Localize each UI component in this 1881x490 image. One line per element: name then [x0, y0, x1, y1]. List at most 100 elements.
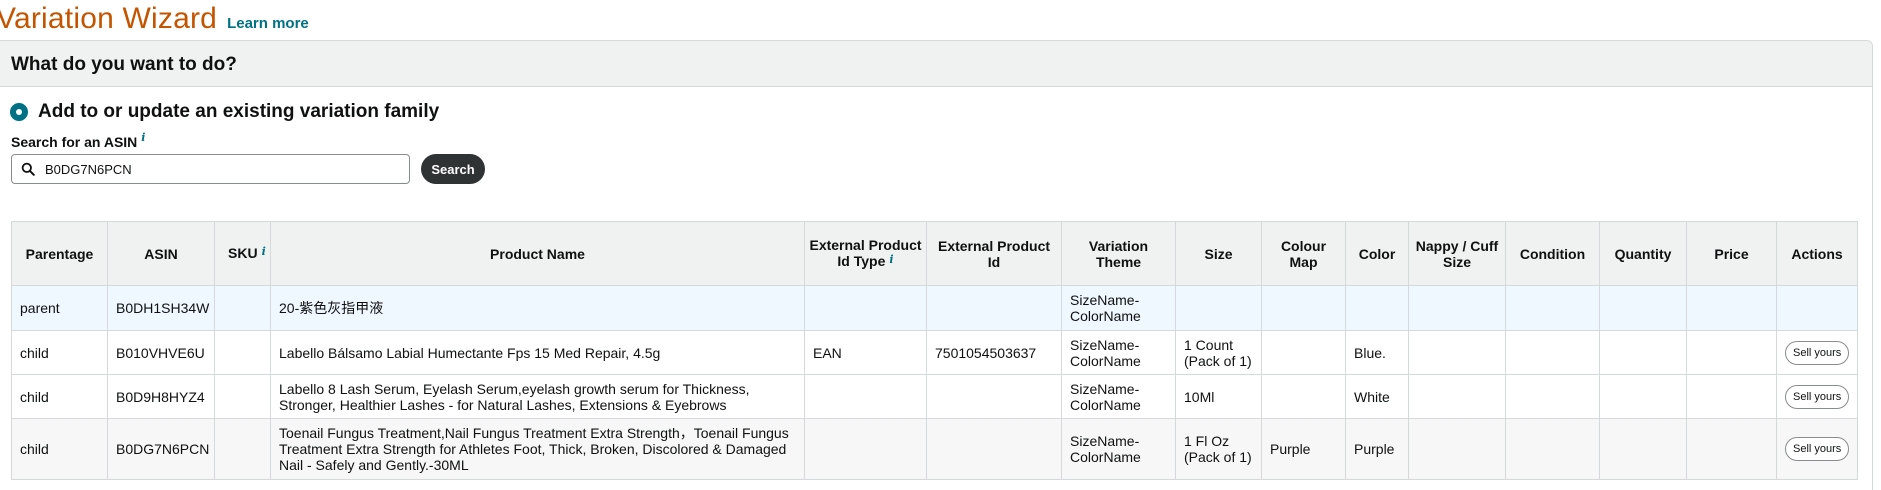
page-title: Variation Wizard [0, 2, 218, 35]
cell-product-name: 20-紫色灰指甲液 [270, 285, 805, 331]
section-question: What do you want to do? [11, 54, 237, 75]
cell-sku [214, 418, 271, 480]
col-price: Price [1686, 221, 1777, 286]
sell-yours-button[interactable]: Sell yours [1785, 340, 1850, 365]
cell-variation-theme: SizeName-ColorName [1061, 418, 1176, 480]
table-row: child B0D9H8HYZ4 Labello 8 Lash Serum, E… [11, 374, 1858, 419]
cell-parentage: parent [11, 285, 108, 331]
cell-quantity [1599, 374, 1687, 419]
cell-nappy [1408, 285, 1506, 331]
cell-quantity [1599, 418, 1687, 480]
cell-parentage: child [11, 418, 108, 480]
col-ext-id: External Product Id [926, 221, 1062, 286]
search-label: Search for an ASIN [11, 134, 138, 150]
cell-size: 1 Fl Oz (Pack of 1) [1175, 418, 1262, 480]
cell-variation-theme: SizeName-ColorName [1061, 285, 1176, 331]
cell-size: 10Ml [1175, 374, 1262, 419]
col-product-name: Product Name [270, 221, 805, 286]
cell-condition [1505, 285, 1600, 331]
page-header: Variation Wizard Learn more [0, 0, 309, 38]
cell-variation-theme: SizeName-ColorName [1061, 330, 1176, 375]
cell-color [1345, 285, 1409, 331]
cell-size: 1 Count (Pack of 1) [1175, 330, 1262, 375]
cell-actions: Sell yours [1776, 330, 1858, 375]
option-label: Add to or update an existing variation f… [38, 101, 440, 122]
cell-asin: B0DH1SH34W [107, 285, 215, 331]
sell-yours-button[interactable]: Sell yours [1785, 437, 1850, 461]
col-actions: Actions [1776, 221, 1858, 286]
magnifier-icon [21, 162, 35, 176]
col-variation-theme: Variation Theme [1061, 221, 1176, 286]
cell-sku [214, 374, 271, 419]
cell-nappy [1408, 330, 1506, 375]
search-field[interactable] [11, 154, 410, 184]
col-colour-map: Colour Map [1261, 221, 1346, 286]
info-icon[interactable]: i [141, 131, 145, 144]
col-sku: SKU i [214, 221, 271, 286]
table-row: child B0DG7N6PCN Toenail Fungus Treatmen… [11, 418, 1858, 480]
cell-parentage: child [11, 330, 108, 375]
cell-asin: B0DG7N6PCN [107, 418, 215, 480]
col-nappy-cuff-size: Nappy / Cuff Size [1408, 221, 1506, 286]
radio-selected-icon[interactable] [10, 103, 28, 121]
cell-color: Purple [1345, 418, 1409, 480]
table-row: child B010VHVE6U Labello Bálsamo Labial … [11, 330, 1858, 375]
cell-parentage: child [11, 374, 108, 419]
col-ext-id-type: External Product Id Type i [804, 221, 927, 286]
cell-colour-map: Purple [1261, 418, 1346, 480]
cell-asin: B0D9H8HYZ4 [107, 374, 215, 419]
search-input[interactable] [43, 160, 387, 178]
search-label-row: Search for an ASIN i [11, 131, 145, 150]
cell-nappy [1408, 418, 1506, 480]
cell-product-name: Labello Bálsamo Labial Humectante Fps 15… [270, 330, 805, 375]
cell-actions: Sell yours [1776, 418, 1858, 480]
cell-ext-id-type: EAN [804, 330, 927, 375]
cell-price [1686, 374, 1777, 419]
cell-variation-theme: SizeName-ColorName [1061, 374, 1176, 419]
cell-colour-map [1261, 330, 1346, 375]
sell-yours-button[interactable]: Sell yours [1785, 384, 1850, 409]
cell-actions [1776, 285, 1858, 331]
cell-ext-id [926, 285, 1062, 331]
col-condition: Condition [1505, 221, 1600, 286]
option-existing-family[interactable]: Add to or update an existing variation f… [10, 101, 439, 123]
cell-ext-id-type [804, 374, 927, 419]
cell-nappy [1408, 374, 1506, 419]
cell-condition [1505, 330, 1600, 375]
search-button[interactable]: Search [421, 154, 485, 184]
cell-ext-id-type [804, 285, 927, 331]
info-icon[interactable]: i [262, 245, 266, 258]
table-header-row: Parentage ASIN SKU i Product Name Externa… [11, 221, 1858, 286]
cell-ext-id [926, 374, 1062, 419]
cell-sku [214, 285, 271, 331]
cell-ext-id-type [804, 418, 927, 480]
cell-price [1686, 330, 1777, 375]
cell-price [1686, 418, 1777, 480]
col-color: Color [1345, 221, 1409, 286]
cell-color: White [1345, 374, 1409, 419]
cell-ext-id: 7501054503637 [926, 330, 1062, 375]
variation-table: Parentage ASIN SKU i Product Name Externa… [11, 221, 1858, 480]
cell-condition [1505, 374, 1600, 419]
col-ext-id-type-label: External Product Id Type [809, 236, 922, 269]
col-parentage: Parentage [11, 221, 108, 286]
learn-more-link[interactable]: Learn more [227, 15, 309, 32]
table-row: parent B0DH1SH34W 20-紫色灰指甲液 SizeName-Col… [11, 285, 1858, 331]
cell-colour-map [1261, 374, 1346, 419]
cell-asin: B010VHVE6U [107, 330, 215, 375]
cell-product-name: Labello 8 Lash Serum, Eyelash Serum,eyel… [270, 374, 805, 419]
cell-product-name: Toenail Fungus Treatment,Nail Fungus Tre… [270, 418, 805, 480]
cell-color: Blue. [1345, 330, 1409, 375]
cell-price [1686, 285, 1777, 331]
cell-colour-map [1261, 285, 1346, 331]
col-quantity: Quantity [1599, 221, 1687, 286]
cell-ext-id [926, 418, 1062, 480]
info-icon[interactable]: i [889, 253, 893, 266]
section-header: What do you want to do? [0, 40, 1873, 87]
col-sku-label: SKU [228, 244, 258, 261]
col-asin: ASIN [107, 221, 215, 286]
cell-sku [214, 330, 271, 375]
cell-condition [1505, 418, 1600, 480]
cell-quantity [1599, 330, 1687, 375]
cell-size [1175, 285, 1262, 331]
